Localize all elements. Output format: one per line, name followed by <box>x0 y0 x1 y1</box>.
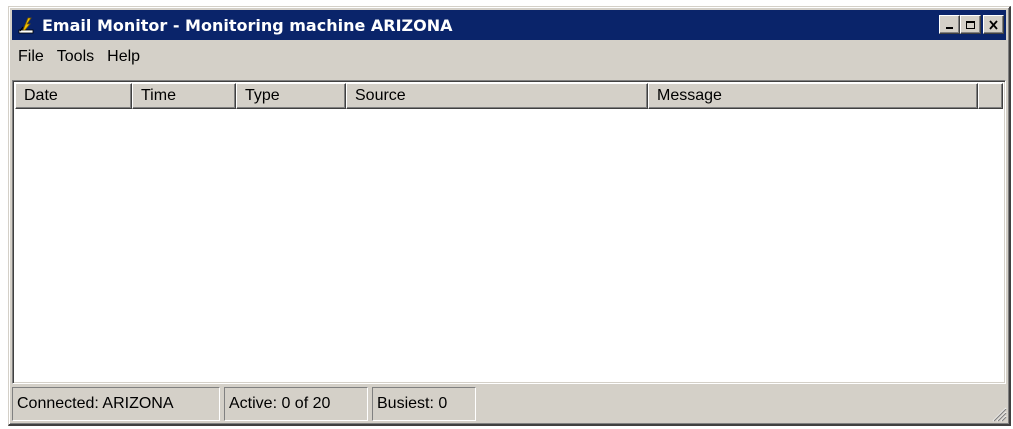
size-grip-icon[interactable] <box>989 404 1007 422</box>
column-header-type[interactable]: Type <box>236 83 346 109</box>
maximize-button[interactable] <box>960 15 981 34</box>
email-monitor-window: Email Monitor - Monitoring machine ARIZO… <box>8 6 1011 426</box>
close-icon <box>989 19 998 30</box>
column-header-message[interactable]: Message <box>648 83 978 109</box>
window-title: Email Monitor - Monitoring machine ARIZO… <box>42 15 453 35</box>
column-header-source[interactable]: Source <box>346 83 648 109</box>
caption-buttons <box>939 15 1004 34</box>
menu-tools[interactable]: Tools <box>51 42 101 72</box>
menu-help[interactable]: Help <box>101 42 147 72</box>
column-header-filler <box>978 83 1003 109</box>
title-bar[interactable]: Email Monitor - Monitoring machine ARIZO… <box>12 10 1006 40</box>
status-busiest: Busiest: 0 <box>372 387 476 421</box>
status-active: Active: 0 of 20 <box>224 387 368 421</box>
list-header: Date Time Type Source Message <box>15 83 1003 109</box>
minimize-icon <box>946 26 953 29</box>
menu-bar: File Tools Help <box>12 42 1006 72</box>
status-connected: Connected: ARIZONA <box>12 387 220 421</box>
column-header-date[interactable]: Date <box>15 83 132 109</box>
menu-file[interactable]: File <box>12 42 51 72</box>
list-body[interactable] <box>15 109 1003 381</box>
email-monitor-app-icon[interactable] <box>16 14 38 36</box>
maximize-icon <box>966 20 975 29</box>
minimize-button[interactable] <box>939 15 960 34</box>
message-list[interactable]: Date Time Type Source Message <box>12 80 1006 384</box>
status-bar: Connected: ARIZONA Active: 0 of 20 Busie… <box>12 387 1006 421</box>
column-header-time[interactable]: Time <box>132 83 236 109</box>
close-button[interactable] <box>983 15 1004 34</box>
